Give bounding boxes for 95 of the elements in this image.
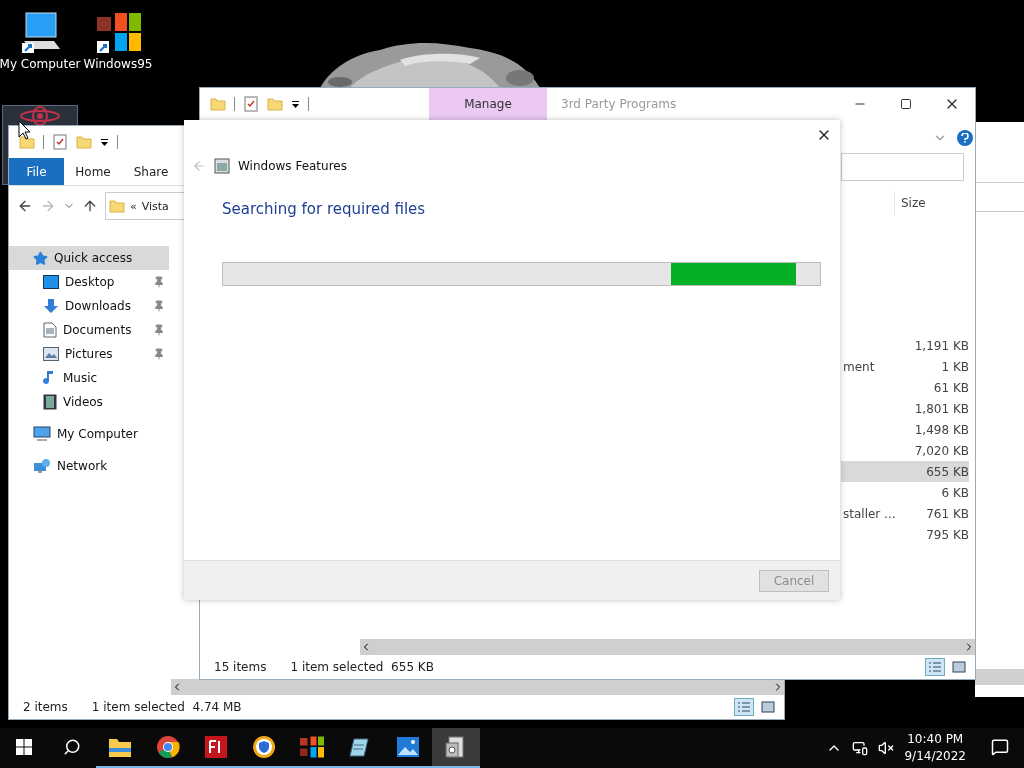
- file-name: staller ...: [843, 506, 896, 521]
- file-row[interactable]: ment 1 KB: [841, 356, 969, 377]
- file-size: 761 KB: [926, 506, 969, 521]
- status-heading: Searching for required files: [222, 200, 427, 218]
- desktop-icon[interactable]: Windows95: [80, 10, 156, 78]
- star-icon: [33, 250, 48, 266]
- pin-icon[interactable]: [153, 348, 165, 360]
- folder-icon: [109, 198, 125, 214]
- start-icon[interactable]: [16, 739, 32, 755]
- chrome-icon[interactable]: [156, 735, 180, 759]
- item-count: 2 items: [23, 700, 68, 714]
- dropdown-icon[interactable]: [291, 99, 300, 109]
- file-row[interactable]: 1,498 KB: [841, 419, 969, 440]
- file-row[interactable]: 655 KB: [841, 461, 969, 482]
- notepad-icon[interactable]: [348, 735, 372, 759]
- ribbon-tab[interactable]: File: [9, 158, 64, 185]
- file-size: 6 KB: [941, 485, 969, 500]
- nav-item[interactable]: Documents: [9, 318, 169, 342]
- thumbnail-view-button[interactable]: [949, 658, 969, 676]
- file-size: 1,191 KB: [914, 338, 969, 353]
- nav-item[interactable]: Quick access: [9, 246, 169, 270]
- features-icon: [214, 158, 230, 174]
- network-icon[interactable]: [852, 740, 869, 756]
- column-header[interactable]: Size: [894, 191, 975, 215]
- muted-speaker-icon[interactable]: [878, 740, 895, 756]
- properties-icon[interactable]: [243, 96, 259, 112]
- folder-icon[interactable]: [108, 736, 132, 758]
- file-row[interactable]: 1,191 KB: [841, 335, 969, 356]
- details-icon: [737, 701, 751, 713]
- folder-icon: [19, 134, 35, 150]
- file-row[interactable]: 6 KB: [841, 482, 969, 503]
- context-tab-header[interactable]: Manage: [429, 88, 547, 120]
- folder-icon: [210, 96, 226, 112]
- breadcrumb-item[interactable]: Vista: [141, 199, 169, 213]
- file-name: ment: [843, 359, 875, 374]
- file-row[interactable]: staller ... 761 KB: [841, 503, 969, 524]
- file-size: 1,498 KB: [914, 422, 969, 437]
- file-row[interactable]: 61 KB: [841, 377, 969, 398]
- file-size: 1 KB: [941, 359, 969, 374]
- file-row[interactable]: 7,020 KB: [841, 440, 969, 461]
- ribbon-tab[interactable]: Home: [64, 158, 122, 185]
- file-row[interactable]: 1,801 KB: [841, 398, 969, 419]
- properties-icon[interactable]: [52, 134, 68, 150]
- details-icon: [928, 661, 942, 673]
- file-size: 7,020 KB: [914, 443, 969, 458]
- thumbnail-icon: [952, 661, 966, 673]
- search-icon: [63, 738, 81, 756]
- nav-item[interactable]: Music: [9, 366, 169, 390]
- thumbnail-icon: [761, 701, 775, 713]
- file-size: 655 KB: [926, 464, 969, 479]
- pin-icon[interactable]: [153, 324, 165, 336]
- search-field[interactable]: [841, 153, 964, 181]
- nav-item[interactable]: Pictures: [9, 342, 169, 366]
- picture-icon: [43, 347, 59, 361]
- photos-icon[interactable]: [396, 735, 420, 759]
- flash-app-icon[interactable]: [204, 735, 228, 759]
- file-size: 795 KB: [926, 527, 969, 542]
- pin-icon[interactable]: [153, 276, 165, 288]
- taskbar-app[interactable]: [432, 728, 480, 768]
- nav-item[interactable]: Videos: [9, 390, 169, 414]
- back-icon[interactable]: [17, 198, 33, 214]
- network-icon: [33, 458, 51, 474]
- dialog-title: Windows Features: [238, 159, 347, 173]
- file-size: 61 KB: [933, 380, 969, 395]
- download-icon: [43, 298, 59, 314]
- notification-icon: [991, 738, 1009, 756]
- breadcrumb-chevron[interactable]: «: [130, 199, 137, 213]
- nav-item[interactable]: Desktop: [9, 270, 169, 294]
- maximize-icon: [900, 98, 912, 110]
- shield-browser-icon[interactable]: [252, 735, 276, 759]
- folder-icon: [76, 134, 92, 150]
- nav-item[interactable]: Network: [9, 454, 169, 478]
- help-icon[interactable]: [957, 130, 973, 146]
- clock[interactable]: 10:40 PM 9/14/2022: [904, 731, 966, 765]
- item-count: 15 items: [214, 660, 267, 674]
- window-title: 3rd Party Programs: [561, 96, 677, 113]
- horizontal-scrollbar[interactable]: [360, 639, 975, 655]
- file-row[interactable]: 795 KB: [841, 524, 969, 545]
- nav-item[interactable]: Downloads: [9, 294, 169, 318]
- film-icon: [43, 394, 57, 410]
- thumbnail-view-button[interactable]: [758, 698, 778, 716]
- dropdown-icon[interactable]: [100, 137, 109, 147]
- computer-icon: [33, 426, 51, 442]
- document-icon: [43, 322, 57, 338]
- file-size: 1,801 KB: [914, 401, 969, 416]
- nav-item[interactable]: My Computer: [9, 422, 169, 446]
- ribbon-tab[interactable]: Share: [122, 158, 180, 185]
- selection-info: 1 item selected 655 KB: [290, 660, 434, 674]
- selection-info: 1 item selected 4.74 MB: [91, 700, 242, 714]
- pin-icon[interactable]: [153, 300, 165, 312]
- up-icon[interactable]: [82, 198, 98, 214]
- atom-icon: [20, 106, 60, 126]
- desktop-icon: [43, 275, 59, 289]
- folder-icon: [267, 96, 283, 112]
- windows-flag-icon: [300, 735, 324, 759]
